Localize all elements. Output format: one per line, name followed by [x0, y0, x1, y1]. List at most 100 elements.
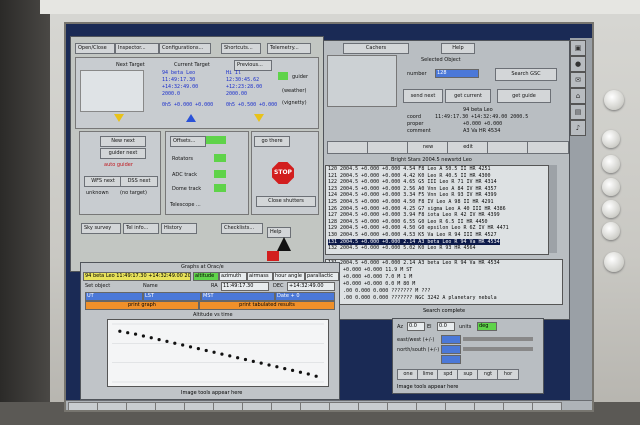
dock-icon-2[interactable]: ● — [570, 56, 586, 72]
dss-next-button[interactable]: DSS next — [120, 176, 158, 187]
taskbar-item[interactable] — [184, 402, 214, 410]
offset-button-4[interactable]: sup — [457, 369, 479, 380]
tab-altitude[interactable]: altitude — [193, 272, 219, 281]
edit-button[interactable]: edit — [447, 141, 489, 154]
help-button-right[interactable]: Help — [441, 43, 475, 54]
taskbar-item[interactable] — [126, 402, 156, 410]
tab-azimuth[interactable]: azimuth — [219, 272, 247, 281]
checklists-button[interactable]: Checklists... — [221, 223, 263, 234]
menu-configurations[interactable]: Configurations... — [159, 43, 211, 54]
cachers-button[interactable]: Cachers — [343, 43, 409, 54]
blue-arrow-icon[interactable] — [186, 114, 196, 122]
list-item[interactable]: 129 2004.5 +0.000 +0.000 4.50 G0 epsilon… — [328, 225, 509, 231]
dock-icon-3[interactable]: ✉ — [570, 72, 586, 88]
star-list[interactable]: 120 2004.5 +0.000 +0.000 4.54 F8 Leo A 5… — [325, 165, 549, 255]
taskbar-item[interactable] — [416, 402, 446, 410]
send-next-button[interactable]: send next — [403, 89, 443, 103]
adc-indicator[interactable] — [214, 170, 226, 178]
new-next-button[interactable]: New next — [100, 136, 146, 147]
result-item[interactable]: 131 2004.5 +0.000 +0.000 2.14 A3 beta Le… — [328, 260, 500, 266]
list-item[interactable]: 128 2004.5 +0.000 +0.000 6.55 G0 Leo R 6… — [328, 219, 488, 225]
dock-icon-4[interactable]: ⌂ — [570, 88, 586, 104]
results-list[interactable]: 131 2004.5 +0.000 +0.000 2.14 A3 beta Le… — [325, 259, 563, 305]
dock-icon-6[interactable]: ♪ — [570, 120, 586, 136]
print-tabulated-button[interactable]: print tabulated results — [199, 301, 335, 310]
offset-button-5[interactable]: ngt — [477, 369, 499, 380]
east-west-field[interactable] — [441, 335, 461, 344]
rotator-indicator[interactable] — [214, 154, 226, 162]
history-button[interactable]: History — [161, 223, 197, 234]
list-item[interactable]: 126 2004.5 +0.000 +0.000 4.25 G7 sigma L… — [328, 206, 506, 212]
wfs-next-button[interactable]: WFS next — [84, 176, 122, 187]
az-field[interactable]: 0.0 — [407, 322, 425, 331]
monitor-button-2[interactable] — [602, 155, 620, 173]
extra-field[interactable] — [441, 355, 461, 364]
monitor-button-3[interactable] — [602, 178, 620, 196]
print-graph-button[interactable]: print graph — [85, 301, 199, 310]
yellow-arrow-right-icon[interactable] — [254, 114, 264, 122]
dock-icon-5[interactable]: ▤ — [570, 104, 586, 120]
sky-survey-button[interactable]: Sky survey — [81, 223, 121, 234]
list-item[interactable]: 132 2004.5 +0.000 +0.000 5.02 K0 Leo R 9… — [328, 245, 476, 251]
go-there-button[interactable]: go there — [254, 136, 290, 147]
taskbar-item[interactable] — [300, 402, 330, 410]
menu-open-close[interactable]: Open/Close — [75, 43, 115, 54]
list-item[interactable]: 124 2004.5 +0.000 +0.000 3.34 F5 Vnn Leo… — [328, 192, 497, 198]
search-gsc-button[interactable]: Search GSC — [495, 68, 557, 81]
ra-field[interactable]: 11:49:17.30 — [221, 282, 269, 291]
tab-airmass[interactable]: airmass — [247, 272, 273, 281]
menu-telemetry[interactable]: Telemetry... — [267, 43, 311, 54]
guider-next-button[interactable]: guider next — [100, 148, 146, 159]
result-item[interactable]: 2000 +0.000 +0.000 7.0 M 1 M — [328, 274, 412, 280]
result-item[interactable]: 2000 +0.000 +0.000 11.9 M ST — [328, 267, 412, 273]
monitor-button-1[interactable] — [602, 130, 620, 148]
list-item[interactable]: 125 2004.5 +0.000 +0.000 4.50 F8 IV Leo … — [328, 199, 494, 205]
monitor-button-6[interactable] — [604, 252, 624, 272]
menu-shortcuts[interactable]: Shortcuts... — [221, 43, 261, 54]
list-item[interactable]: 121 2004.5 +0.000 +0.000 4.42 K0 Leo R 4… — [328, 173, 491, 179]
result-item[interactable]: 1950 .00 0.000 0.000 ??????? NGC 3242 A … — [328, 295, 497, 301]
date-field[interactable]: Date + 0 — [275, 292, 335, 301]
list-item[interactable]: 122 2004.5 +0.000 +0.000 4.65 G5 III Leo… — [328, 179, 497, 185]
list-item[interactable]: 130 2004.5 +0.000 +0.000 4.53 K5 Va Leo … — [328, 232, 497, 238]
graph-target-field[interactable]: 94 beta Leo 11:49:17.30 +14:32:49.00 200… — [83, 272, 191, 281]
result-item[interactable]: 2000 +0.000 +0.000 0.0 M 80 M — [328, 281, 415, 287]
get-guide-button[interactable]: get guide — [497, 89, 551, 103]
taskbar-item[interactable] — [532, 402, 562, 410]
units-field[interactable]: deg — [477, 322, 497, 331]
el-field[interactable]: 0.0 — [437, 322, 455, 331]
list-item[interactable]: 131 2004.5 +0.000 +0.000 2.14 A3 beta Le… — [328, 238, 500, 245]
taskbar-item[interactable] — [213, 402, 243, 410]
number-field[interactable]: 128 — [435, 69, 479, 78]
get-current-button[interactable]: get current — [445, 89, 491, 103]
offset-button-1[interactable]: one — [397, 369, 419, 380]
list-item[interactable]: 120 2004.5 +0.000 +0.000 4.54 F8 Leo A 5… — [328, 166, 491, 172]
altitude-chart[interactable] — [107, 319, 329, 387]
mst-field[interactable]: MST — [201, 292, 275, 301]
mid-button-2[interactable] — [367, 141, 409, 154]
offset-button-6[interactable]: hor — [497, 369, 519, 380]
list-scrollbar[interactable] — [549, 165, 557, 253]
taskbar-item[interactable] — [358, 402, 388, 410]
taskbar-item[interactable] — [474, 402, 504, 410]
dec-field[interactable]: +14:32:49.00 — [287, 282, 335, 291]
mid-button-1[interactable] — [327, 141, 369, 154]
taskbar-item[interactable] — [155, 402, 185, 410]
taskbar-item[interactable] — [445, 402, 475, 410]
taskbar-item[interactable] — [503, 402, 533, 410]
taskbar-item[interactable] — [329, 402, 359, 410]
offsets-button[interactable]: Offsets... — [170, 136, 206, 147]
help-button-left[interactable]: Help — [267, 227, 291, 238]
tab-parallactic[interactable]: parallactic — [305, 272, 339, 281]
list-item[interactable]: 123 2004.5 +0.000 +0.000 2.56 A0 Vnn Leo… — [328, 186, 497, 192]
tab-hour-angle[interactable]: hour angle — [273, 272, 305, 281]
east-west-slider[interactable] — [463, 337, 533, 341]
list-item[interactable]: 127 2004.5 +0.000 +0.000 3.94 F8 iota Le… — [328, 212, 500, 218]
monitor-button-4[interactable] — [602, 200, 620, 218]
mid-button-5[interactable] — [487, 141, 529, 154]
close-shutters-button[interactable]: Close shutters — [256, 196, 316, 207]
taskbar-item[interactable] — [271, 402, 301, 410]
yellow-arrow-icon[interactable] — [114, 114, 124, 122]
mid-button-6[interactable] — [527, 141, 569, 154]
taskbar-item[interactable] — [387, 402, 417, 410]
